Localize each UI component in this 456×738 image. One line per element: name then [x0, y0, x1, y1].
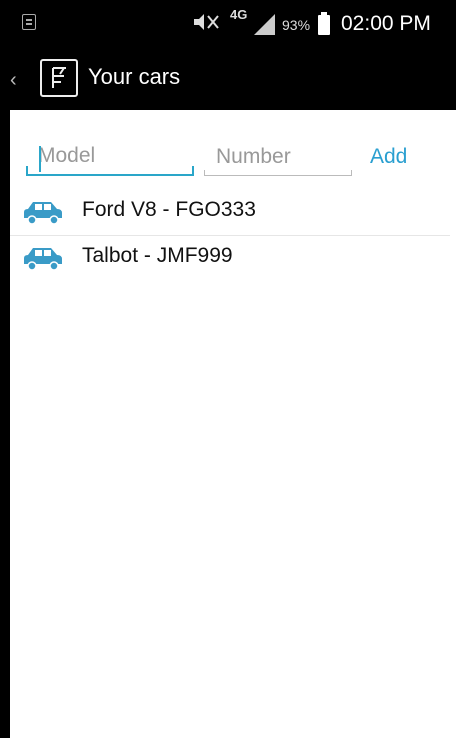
- car-label: Ford V8 - FGO333: [82, 198, 256, 221]
- signal-icon: [254, 14, 275, 35]
- notification-icon: [22, 14, 36, 30]
- number-input-edge: [351, 170, 352, 176]
- chevron-left-icon[interactable]: ‹: [10, 68, 28, 92]
- number-input-edge: [204, 170, 205, 176]
- action-bar: ‹ Your cars: [0, 50, 456, 110]
- number-input[interactable]: [204, 138, 352, 176]
- car-icon: [24, 248, 62, 271]
- car-icon: [24, 202, 62, 225]
- model-input[interactable]: [26, 138, 194, 176]
- clock: 02:00 PM: [341, 12, 431, 35]
- app-logo-icon[interactable]: [40, 59, 78, 97]
- text-cursor: [39, 146, 41, 172]
- list-item[interactable]: Ford V8 - FGO333: [10, 188, 456, 236]
- model-input-edge: [192, 166, 194, 176]
- status-bar: 4G 93% 02:00 PM: [0, 0, 456, 50]
- model-input-edge: [26, 166, 28, 176]
- battery-icon: [318, 12, 330, 35]
- car-label: Talbot - JMF999: [82, 244, 233, 267]
- battery-percent: 93%: [282, 17, 311, 33]
- car-list: Ford V8 - FGO333 Talbot - JMF999: [10, 188, 456, 280]
- screen: 4G 93% 02:00 PM ‹ Your cars Add: [0, 0, 456, 738]
- main-content: Add Ford V8 - FGO333: [10, 110, 456, 738]
- page-title: Your cars: [88, 64, 181, 89]
- add-button[interactable]: Add: [370, 142, 407, 172]
- list-item[interactable]: Talbot - JMF999: [10, 234, 456, 280]
- mute-icon: [194, 14, 219, 30]
- network-type: 4G: [230, 7, 248, 22]
